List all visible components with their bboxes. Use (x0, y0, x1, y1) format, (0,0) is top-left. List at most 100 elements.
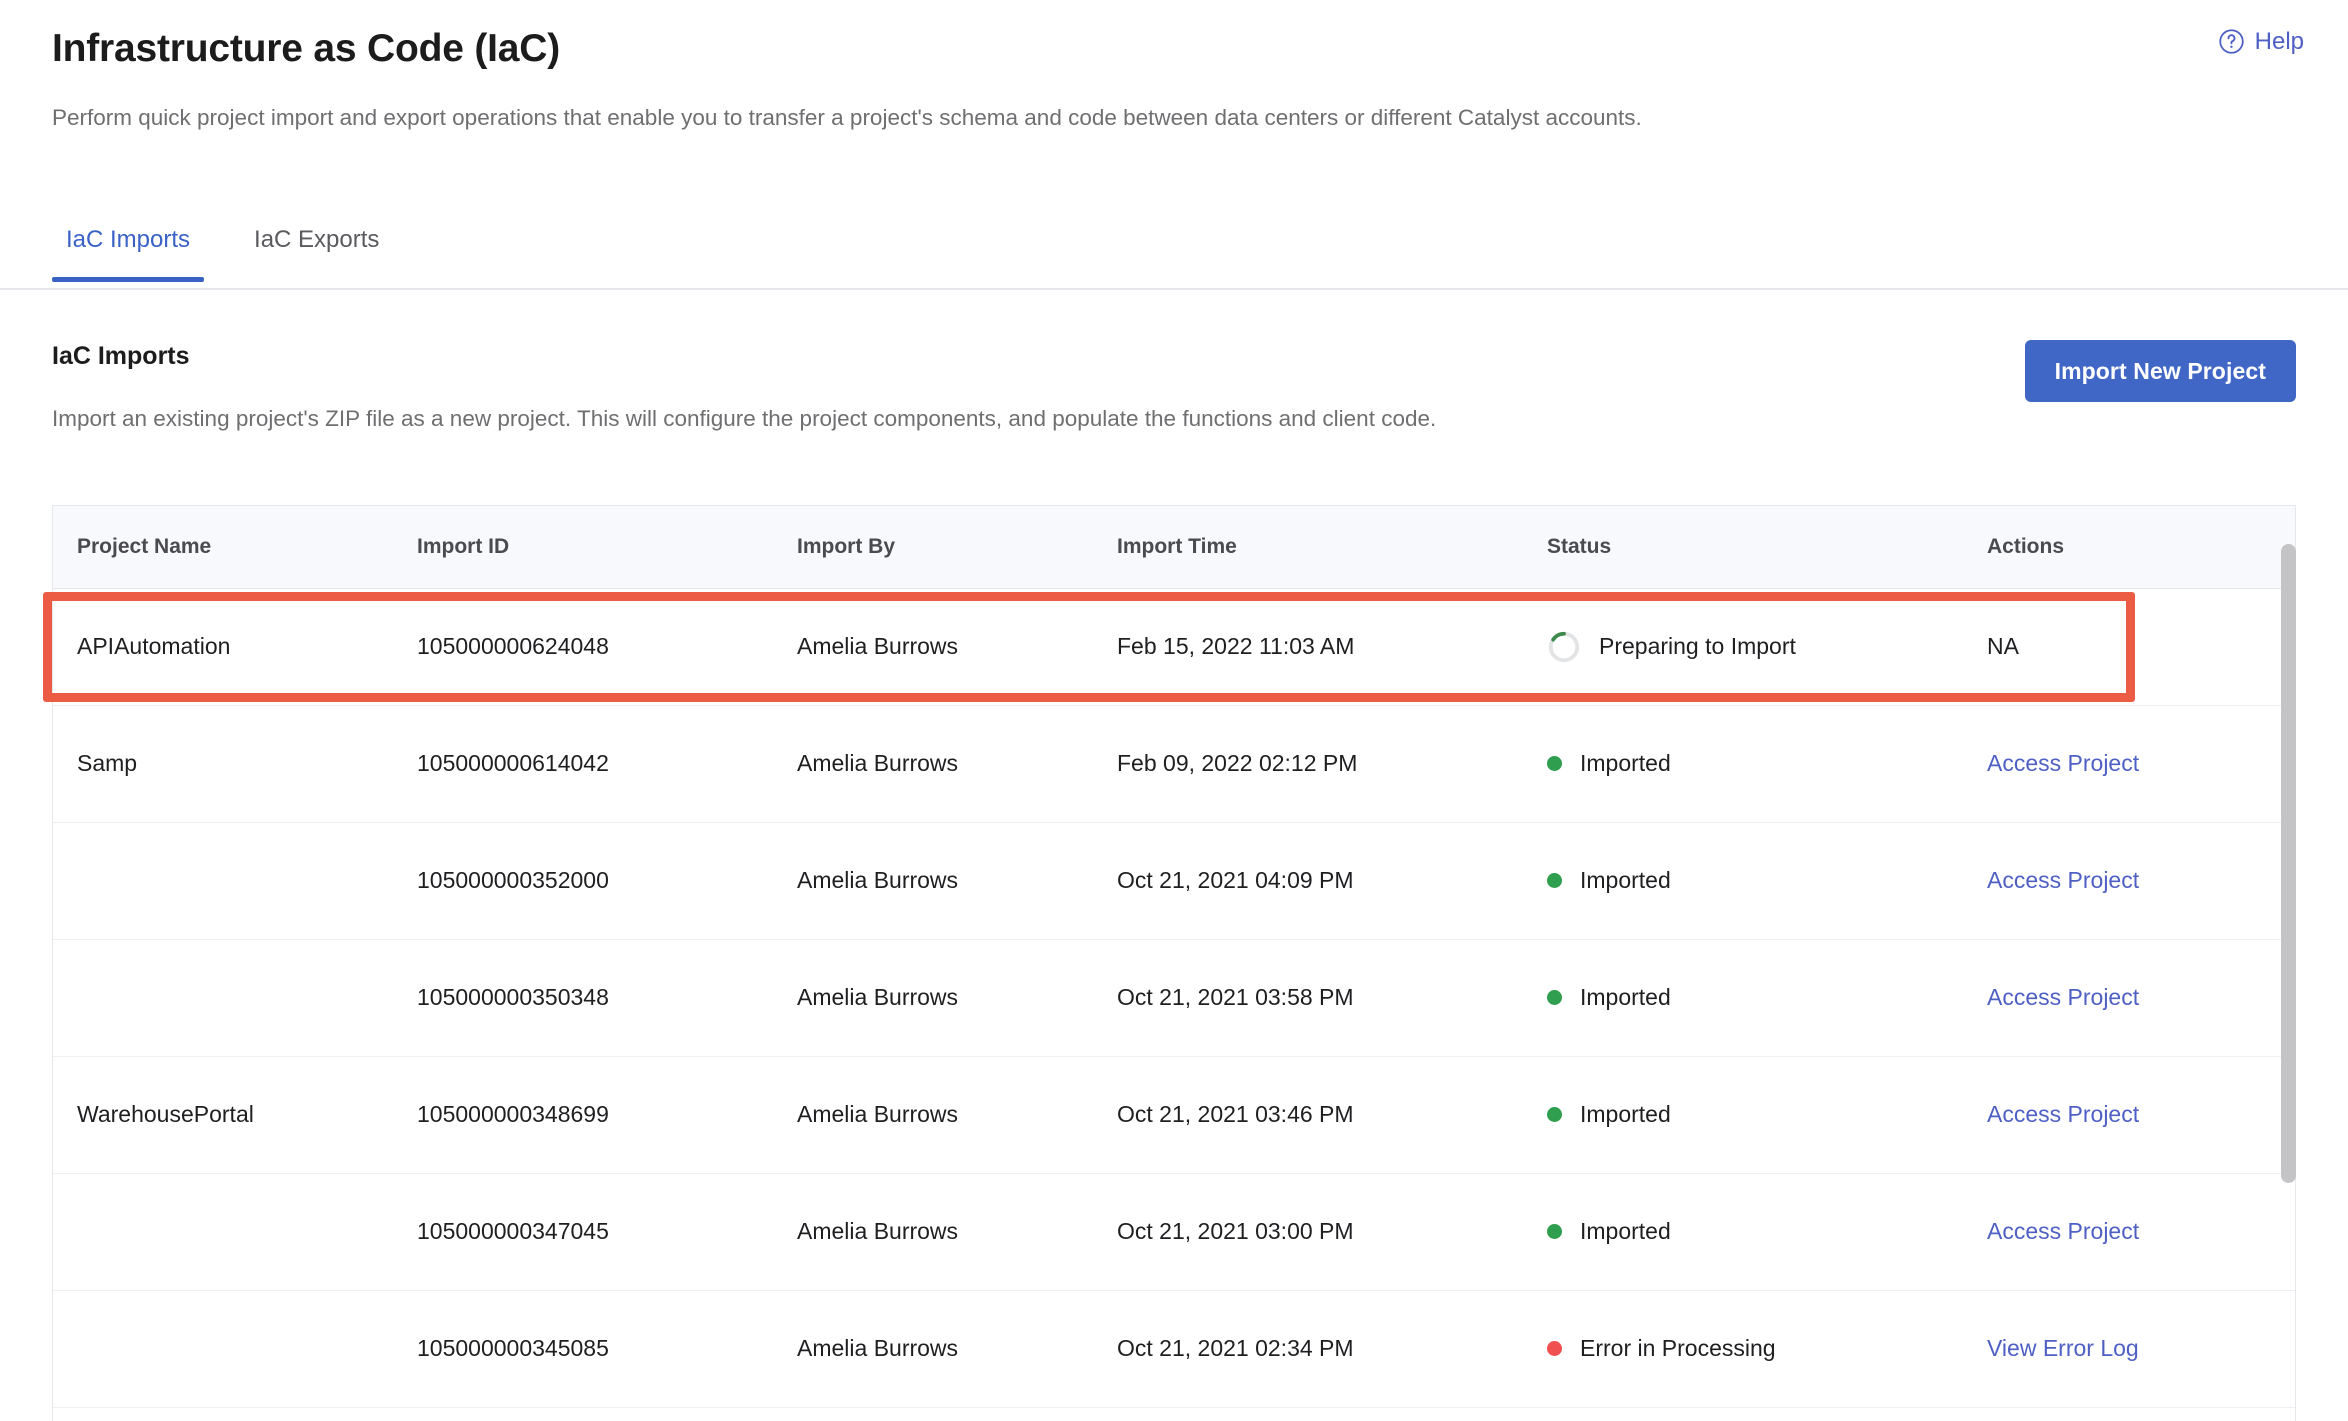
status-dot-success (1547, 990, 1562, 1005)
column-header-project-name: Project Name (53, 506, 393, 588)
cell-import-time: Feb 15, 2022 11:03 AM (1093, 588, 1523, 705)
iac-page: Infrastructure as Code (IaC) Perform qui… (0, 0, 2348, 1421)
help-label: Help (2255, 30, 2304, 54)
cell-actions: NA (1963, 588, 2296, 705)
cell-project-name (53, 939, 393, 1056)
cell-import-by: Amelia Burrows (773, 1290, 1093, 1407)
cell-import-id: 105000000347045 (393, 1173, 773, 1290)
cell-project-name (53, 1173, 393, 1290)
status-label: Imported (1580, 750, 1671, 777)
table-row[interactable]: Samp105000000614042Amelia BurrowsFeb 09,… (53, 705, 2296, 822)
status-badge: Imported (1547, 1218, 1963, 1245)
section-header: IaC Imports Import an existing project's… (52, 342, 2296, 435)
iac-imports-table: Project Name Import ID Import By Import … (53, 506, 2296, 1408)
status-badge: Imported (1547, 867, 1963, 894)
status-label: Error in Processing (1580, 1335, 1776, 1362)
cell-status: Imported (1523, 822, 1963, 939)
table-scrollbar-thumb[interactable] (2281, 544, 2296, 1183)
status-dot-success (1547, 756, 1562, 771)
cell-status: Error in Processing (1523, 1290, 1963, 1407)
status-label: Imported (1580, 1101, 1671, 1128)
view-error-log-link[interactable]: View Error Log (1987, 1335, 2139, 1361)
status-label: Imported (1580, 1218, 1671, 1245)
section-description: Import an existing project's ZIP file as… (52, 403, 2296, 435)
cell-status: Imported (1523, 705, 1963, 822)
column-header-import-id: Import ID (393, 506, 773, 588)
cell-import-by: Amelia Burrows (773, 1056, 1093, 1173)
page-subtitle: Perform quick project import and export … (52, 102, 2296, 135)
status-label: Imported (1580, 984, 1671, 1011)
cell-status: Imported (1523, 939, 1963, 1056)
status-badge: Imported (1547, 984, 1963, 1011)
cell-import-id: 105000000345085 (393, 1290, 773, 1407)
status-label: Imported (1580, 867, 1671, 894)
cell-import-by: Amelia Burrows (773, 588, 1093, 705)
status-badge: Imported (1547, 1101, 1963, 1128)
cell-import-by: Amelia Burrows (773, 939, 1093, 1056)
cell-actions: Access Project (1963, 705, 2296, 822)
status-dot-success (1547, 873, 1562, 888)
cell-import-time: Oct 21, 2021 03:46 PM (1093, 1056, 1523, 1173)
status-dot-error (1547, 1341, 1562, 1356)
cell-import-id: 105000000352000 (393, 822, 773, 939)
status-dot-success (1547, 1224, 1562, 1239)
status-dot-success (1547, 1107, 1562, 1122)
cell-project-name: Samp (53, 705, 393, 822)
access-project-link[interactable]: Access Project (1987, 750, 2139, 776)
cell-import-by: Amelia Burrows (773, 822, 1093, 939)
table-header-row: Project Name Import ID Import By Import … (53, 506, 2296, 588)
access-project-link[interactable]: Access Project (1987, 867, 2139, 893)
cell-status: Imported (1523, 1173, 1963, 1290)
import-new-project-button[interactable]: Import New Project (2025, 340, 2296, 402)
cell-import-by: Amelia Burrows (773, 1173, 1093, 1290)
tab-iac-exports[interactable]: IaC Exports (240, 218, 393, 280)
access-project-link[interactable]: Access Project (1987, 984, 2139, 1010)
column-header-actions: Actions (1963, 506, 2296, 588)
question-circle-icon (2218, 28, 2245, 55)
page-title: Infrastructure as Code (IaC) (52, 26, 2296, 73)
cell-import-id: 105000000348699 (393, 1056, 773, 1173)
table-row[interactable]: 105000000345085Amelia BurrowsOct 21, 202… (53, 1290, 2296, 1407)
cell-import-id: 105000000624048 (393, 588, 773, 705)
cell-project-name (53, 1290, 393, 1407)
status-label: Preparing to Import (1599, 633, 1796, 660)
cell-import-time: Oct 21, 2021 03:00 PM (1093, 1173, 1523, 1290)
section-title: IaC Imports (52, 342, 2296, 371)
column-header-import-by: Import By (773, 506, 1093, 588)
status-badge: Error in Processing (1547, 1335, 1963, 1362)
page-header: Infrastructure as Code (IaC) Perform qui… (0, 0, 2348, 134)
table-body: APIAutomation105000000624048Amelia Burro… (53, 588, 2296, 1407)
table-scrollbar[interactable] (2280, 544, 2296, 1421)
table-row[interactable]: 105000000347045Amelia BurrowsOct 21, 202… (53, 1173, 2296, 1290)
tab-bar: IaC Imports IaC Exports (0, 218, 2348, 290)
access-project-link[interactable]: Access Project (1987, 1101, 2139, 1127)
status-badge: Imported (1547, 750, 1963, 777)
table-row[interactable]: WarehousePortal105000000348699Amelia Bur… (53, 1056, 2296, 1173)
table-row[interactable]: APIAutomation105000000624048Amelia Burro… (53, 588, 2296, 705)
cell-actions: View Error Log (1963, 1290, 2296, 1407)
column-header-status: Status (1523, 506, 1963, 588)
cell-project-name (53, 822, 393, 939)
action-not-available: NA (1987, 633, 2019, 659)
cell-project-name: WarehousePortal (53, 1056, 393, 1173)
loading-spinner-icon (1547, 630, 1581, 664)
cell-import-time: Oct 21, 2021 04:09 PM (1093, 822, 1523, 939)
cell-import-id: 105000000350348 (393, 939, 773, 1056)
help-link[interactable]: Help (2218, 28, 2304, 55)
table-head: Project Name Import ID Import By Import … (53, 506, 2296, 588)
cell-actions: Access Project (1963, 822, 2296, 939)
cell-actions: Access Project (1963, 1056, 2296, 1173)
cell-import-time: Oct 21, 2021 03:58 PM (1093, 939, 1523, 1056)
table-row[interactable]: 105000000350348Amelia BurrowsOct 21, 202… (53, 939, 2296, 1056)
cell-import-time: Oct 21, 2021 02:34 PM (1093, 1290, 1523, 1407)
cell-import-time: Feb 09, 2022 02:12 PM (1093, 705, 1523, 822)
table-row[interactable]: 105000000352000Amelia BurrowsOct 21, 202… (53, 822, 2296, 939)
iac-imports-table-container: Project Name Import ID Import By Import … (52, 505, 2296, 1421)
cell-project-name: APIAutomation (53, 588, 393, 705)
cell-import-id: 105000000614042 (393, 705, 773, 822)
cell-actions: Access Project (1963, 939, 2296, 1056)
cell-actions: Access Project (1963, 1173, 2296, 1290)
status-badge: Preparing to Import (1547, 630, 1963, 664)
access-project-link[interactable]: Access Project (1987, 1218, 2139, 1244)
tab-iac-imports[interactable]: IaC Imports (52, 218, 204, 280)
